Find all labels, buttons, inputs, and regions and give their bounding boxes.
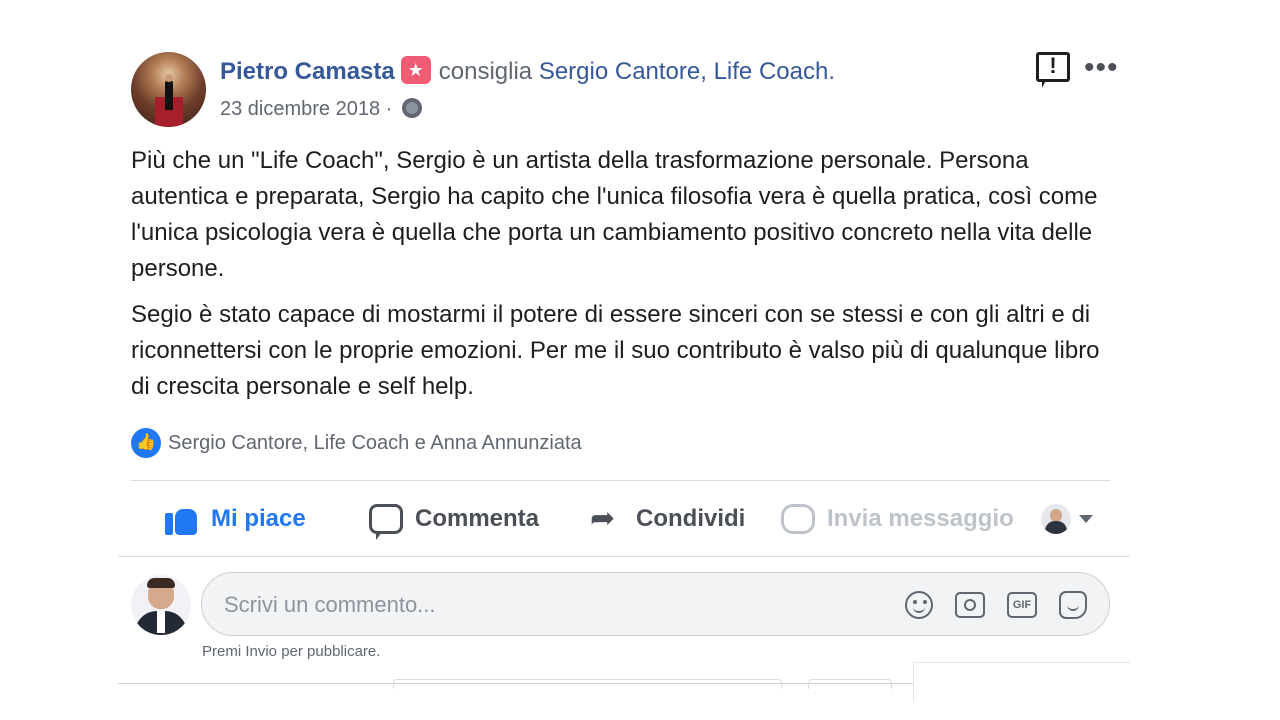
messenger-icon: [781, 504, 815, 534]
action-bar: Mi piace Commenta Condividi Invia messag…: [131, 493, 1110, 545]
send-message-button[interactable]: Invia messaggio: [781, 493, 1014, 545]
reaction-names[interactable]: Sergio Cantore, Life Coach e Anna Annunz…: [168, 432, 582, 455]
reactions-summary[interactable]: Sergio Cantore, Life Coach e Anna Annunz…: [131, 428, 582, 458]
post-meta: 23 dicembre 2018 ·: [220, 96, 422, 122]
author-avatar[interactable]: [131, 52, 206, 127]
globe-icon[interactable]: [401, 97, 422, 118]
send-message-label: Invia messaggio: [827, 505, 1014, 532]
like-label: Mi piace: [211, 505, 306, 532]
author-name[interactable]: Pietro Camasta: [220, 58, 395, 85]
recommended-page-link[interactable]: Sergio Cantore, Life Coach.: [539, 58, 835, 85]
post-body: Più che un "Life Coach", Sergio è un art…: [131, 143, 1111, 415]
viewer-avatar: [1041, 504, 1071, 534]
speech-bubble-icon: [369, 504, 403, 540]
post-paragraph: Più che un "Life Coach", Sergio è un art…: [131, 147, 1098, 282]
sticker-icon[interactable]: [1059, 591, 1087, 619]
recommendation-post: Pietro Camasta consiglia Sergio Cantore, …: [0, 0, 1280, 720]
divider: [118, 556, 1130, 557]
chevron-down-icon: [1079, 515, 1093, 523]
comment-button[interactable]: Commenta: [369, 493, 539, 545]
thumbs-up-icon: [165, 503, 199, 535]
comment-composer[interactable]: GIF: [201, 572, 1110, 637]
reaction-identity-selector[interactable]: [1041, 504, 1093, 534]
gif-icon[interactable]: GIF: [1007, 592, 1037, 618]
recommends-label: consiglia: [438, 58, 533, 85]
more-options-icon[interactable]: •••: [1084, 53, 1118, 83]
comment-label: Commenta: [415, 505, 540, 532]
post-date[interactable]: 23 dicembre 2018 ·: [220, 98, 392, 120]
publish-hint: Premi Invio per pubblicare.: [202, 643, 381, 660]
cropped-element: [393, 679, 782, 689]
report-icon[interactable]: [1036, 52, 1070, 88]
post-header: Pietro Camasta consiglia Sergio Cantore, …: [220, 55, 835, 88]
divider: [131, 480, 1110, 481]
post-paragraph: Segio è stato capace di mostarmi il pote…: [131, 301, 1100, 400]
comment-input[interactable]: [222, 573, 886, 637]
cropped-element: [808, 679, 892, 689]
recommendation-star-icon: [400, 55, 431, 84]
share-arrow-icon: [590, 503, 624, 535]
emoji-icon[interactable]: [905, 591, 933, 619]
viewer-comment-avatar[interactable]: [131, 575, 191, 635]
like-button[interactable]: Mi piace: [165, 493, 306, 545]
share-button[interactable]: Condividi: [590, 493, 745, 545]
like-reaction-icon: [131, 428, 161, 458]
camera-icon[interactable]: [955, 592, 985, 618]
cropped-panel: [913, 662, 1130, 702]
share-label: Condividi: [636, 505, 746, 532]
